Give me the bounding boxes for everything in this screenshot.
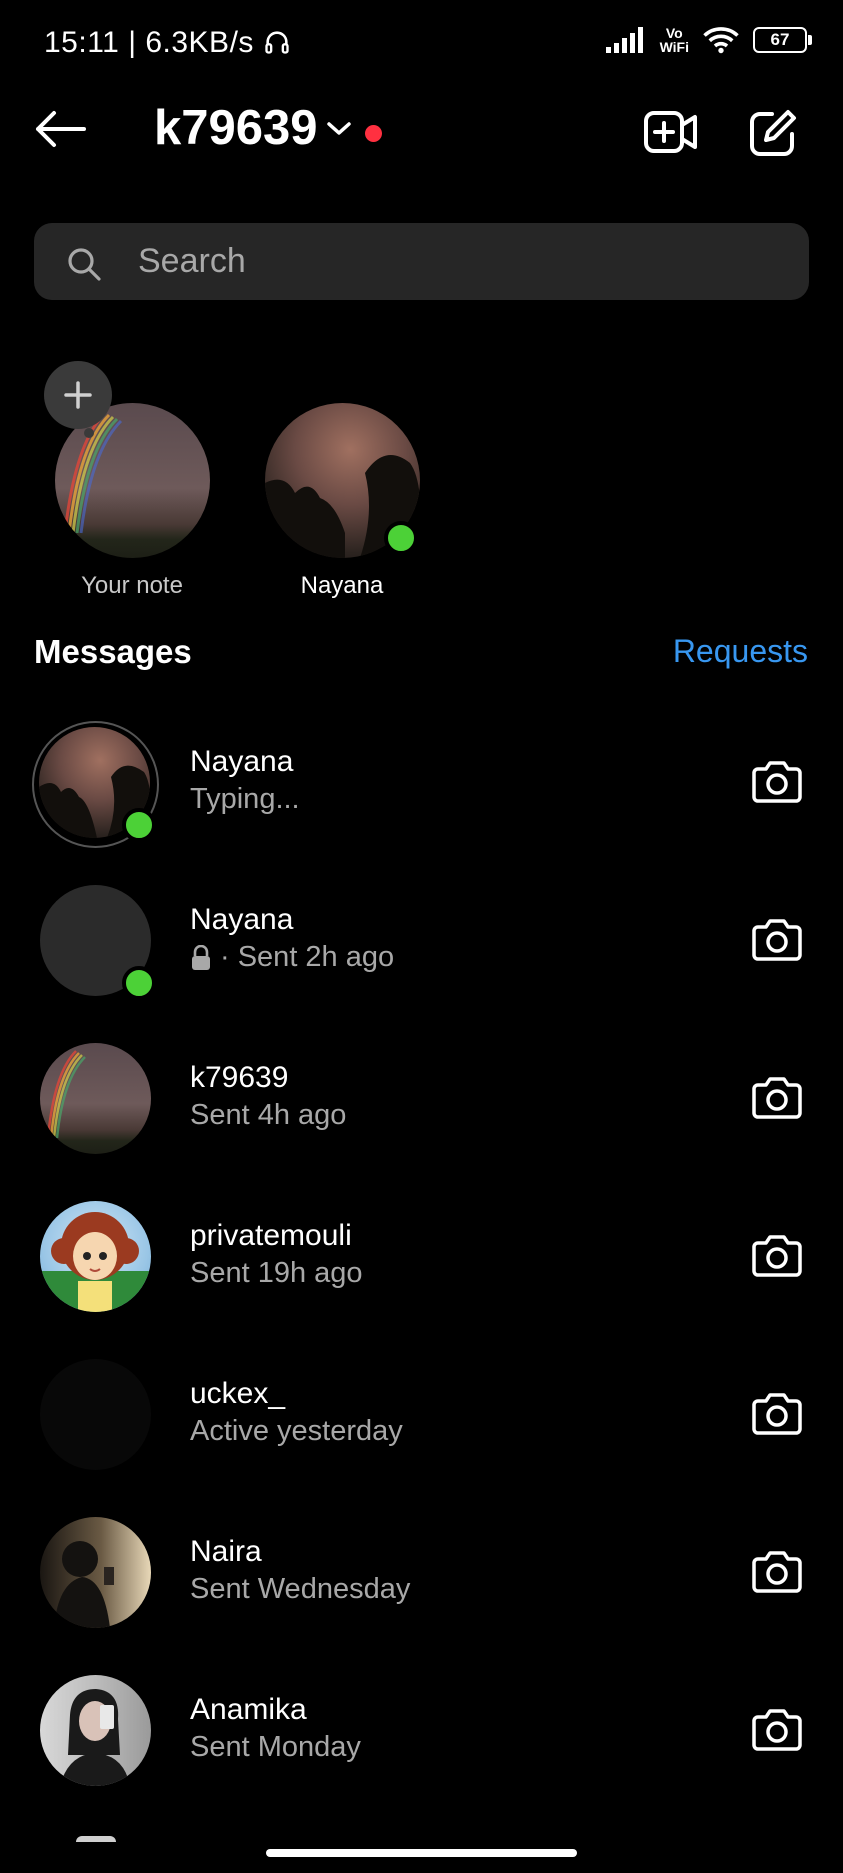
requests-link[interactable]: Requests: [673, 633, 808, 670]
thread-name: privatemouli: [190, 1219, 352, 1252]
thread-row[interactable]: Nayana Typing...: [0, 703, 843, 861]
camera-icon[interactable]: [752, 1391, 802, 1437]
avatar: [40, 1201, 151, 1312]
avatar: [40, 1043, 151, 1154]
thread-row[interactable]: uckex_ Active yesterday: [0, 1335, 843, 1493]
notification-dot: [365, 125, 382, 142]
back-arrow-icon[interactable]: [34, 110, 86, 148]
thread-row[interactable]: Anamika Sent Monday: [0, 1651, 843, 1809]
new-video-call-icon[interactable]: [643, 108, 699, 156]
online-indicator: [122, 966, 156, 1000]
thread-status: Sent 4h ago: [190, 1099, 347, 1131]
camera-icon[interactable]: [752, 917, 802, 963]
camera-icon[interactable]: [752, 1075, 802, 1121]
thread-status: Typing...: [190, 783, 300, 815]
vowifi-icon: Vo WiFi: [659, 25, 689, 55]
thread-status: Sent 19h ago: [190, 1257, 363, 1289]
add-note-button[interactable]: [44, 361, 112, 429]
status-icons: Vo WiFi 67: [605, 25, 812, 55]
nayana-note-label: Nayana: [300, 572, 384, 599]
online-indicator: [384, 521, 418, 555]
camera-icon[interactable]: [752, 1549, 802, 1595]
thread-row[interactable]: Nayana · Sent 2h ago: [0, 861, 843, 1019]
next-avatar-peek: [76, 1836, 116, 1842]
thread-name: uckex_: [190, 1377, 286, 1410]
wifi-icon: [703, 27, 739, 54]
search-placeholder: Search: [138, 242, 246, 280]
battery-icon: 67: [753, 27, 812, 53]
signal-icon: [605, 27, 643, 53]
compose-icon[interactable]: [748, 108, 798, 158]
messages-heading: Messages: [34, 633, 192, 670]
camera-icon[interactable]: [752, 759, 802, 805]
thread-status: Sent Monday: [190, 1731, 361, 1763]
selfie-image: [60, 1689, 130, 1786]
camera-icon[interactable]: [752, 1707, 802, 1753]
thread-status: Sent Wednesday: [190, 1573, 411, 1605]
status-time: 15:11 | 6.3KB/s: [44, 26, 291, 60]
thread-status: Active yesterday: [190, 1415, 403, 1447]
thread-name: Nayana: [190, 903, 294, 936]
home-indicator[interactable]: [266, 1849, 577, 1857]
thread-status: · Sent 2h ago: [190, 941, 394, 974]
thread-name: Anamika: [190, 1693, 307, 1726]
online-indicator: [122, 808, 156, 842]
lock-icon: [192, 944, 210, 970]
avatar: [40, 1359, 151, 1470]
thread-name: k79639: [190, 1061, 289, 1094]
headphones-icon: [265, 31, 289, 54]
cartoon-avatar-image: [40, 1212, 151, 1312]
note-bubble-tail: [84, 428, 94, 438]
clock: 15:11: [44, 26, 120, 59]
thread-name: Nayana: [190, 745, 294, 778]
thread-row[interactable]: k79639 Sent 4h ago: [0, 1019, 843, 1177]
account-title[interactable]: k79639: [154, 100, 318, 156]
avatar: [40, 1675, 151, 1786]
silhouette-image: [54, 1541, 114, 1628]
thread-name: Naira: [190, 1535, 262, 1568]
network-speed: 6.3KB/s: [145, 26, 254, 59]
avatar: [40, 1517, 151, 1628]
camera-icon[interactable]: [752, 1233, 802, 1279]
your-note-label: Your note: [81, 572, 183, 599]
chevron-down-icon[interactable]: [326, 121, 352, 137]
plus-icon: [64, 381, 92, 409]
search-icon: [68, 248, 101, 281]
thread-row[interactable]: Naira Sent Wednesday: [0, 1493, 843, 1651]
thread-row[interactable]: privatemouli Sent 19h ago: [0, 1177, 843, 1335]
